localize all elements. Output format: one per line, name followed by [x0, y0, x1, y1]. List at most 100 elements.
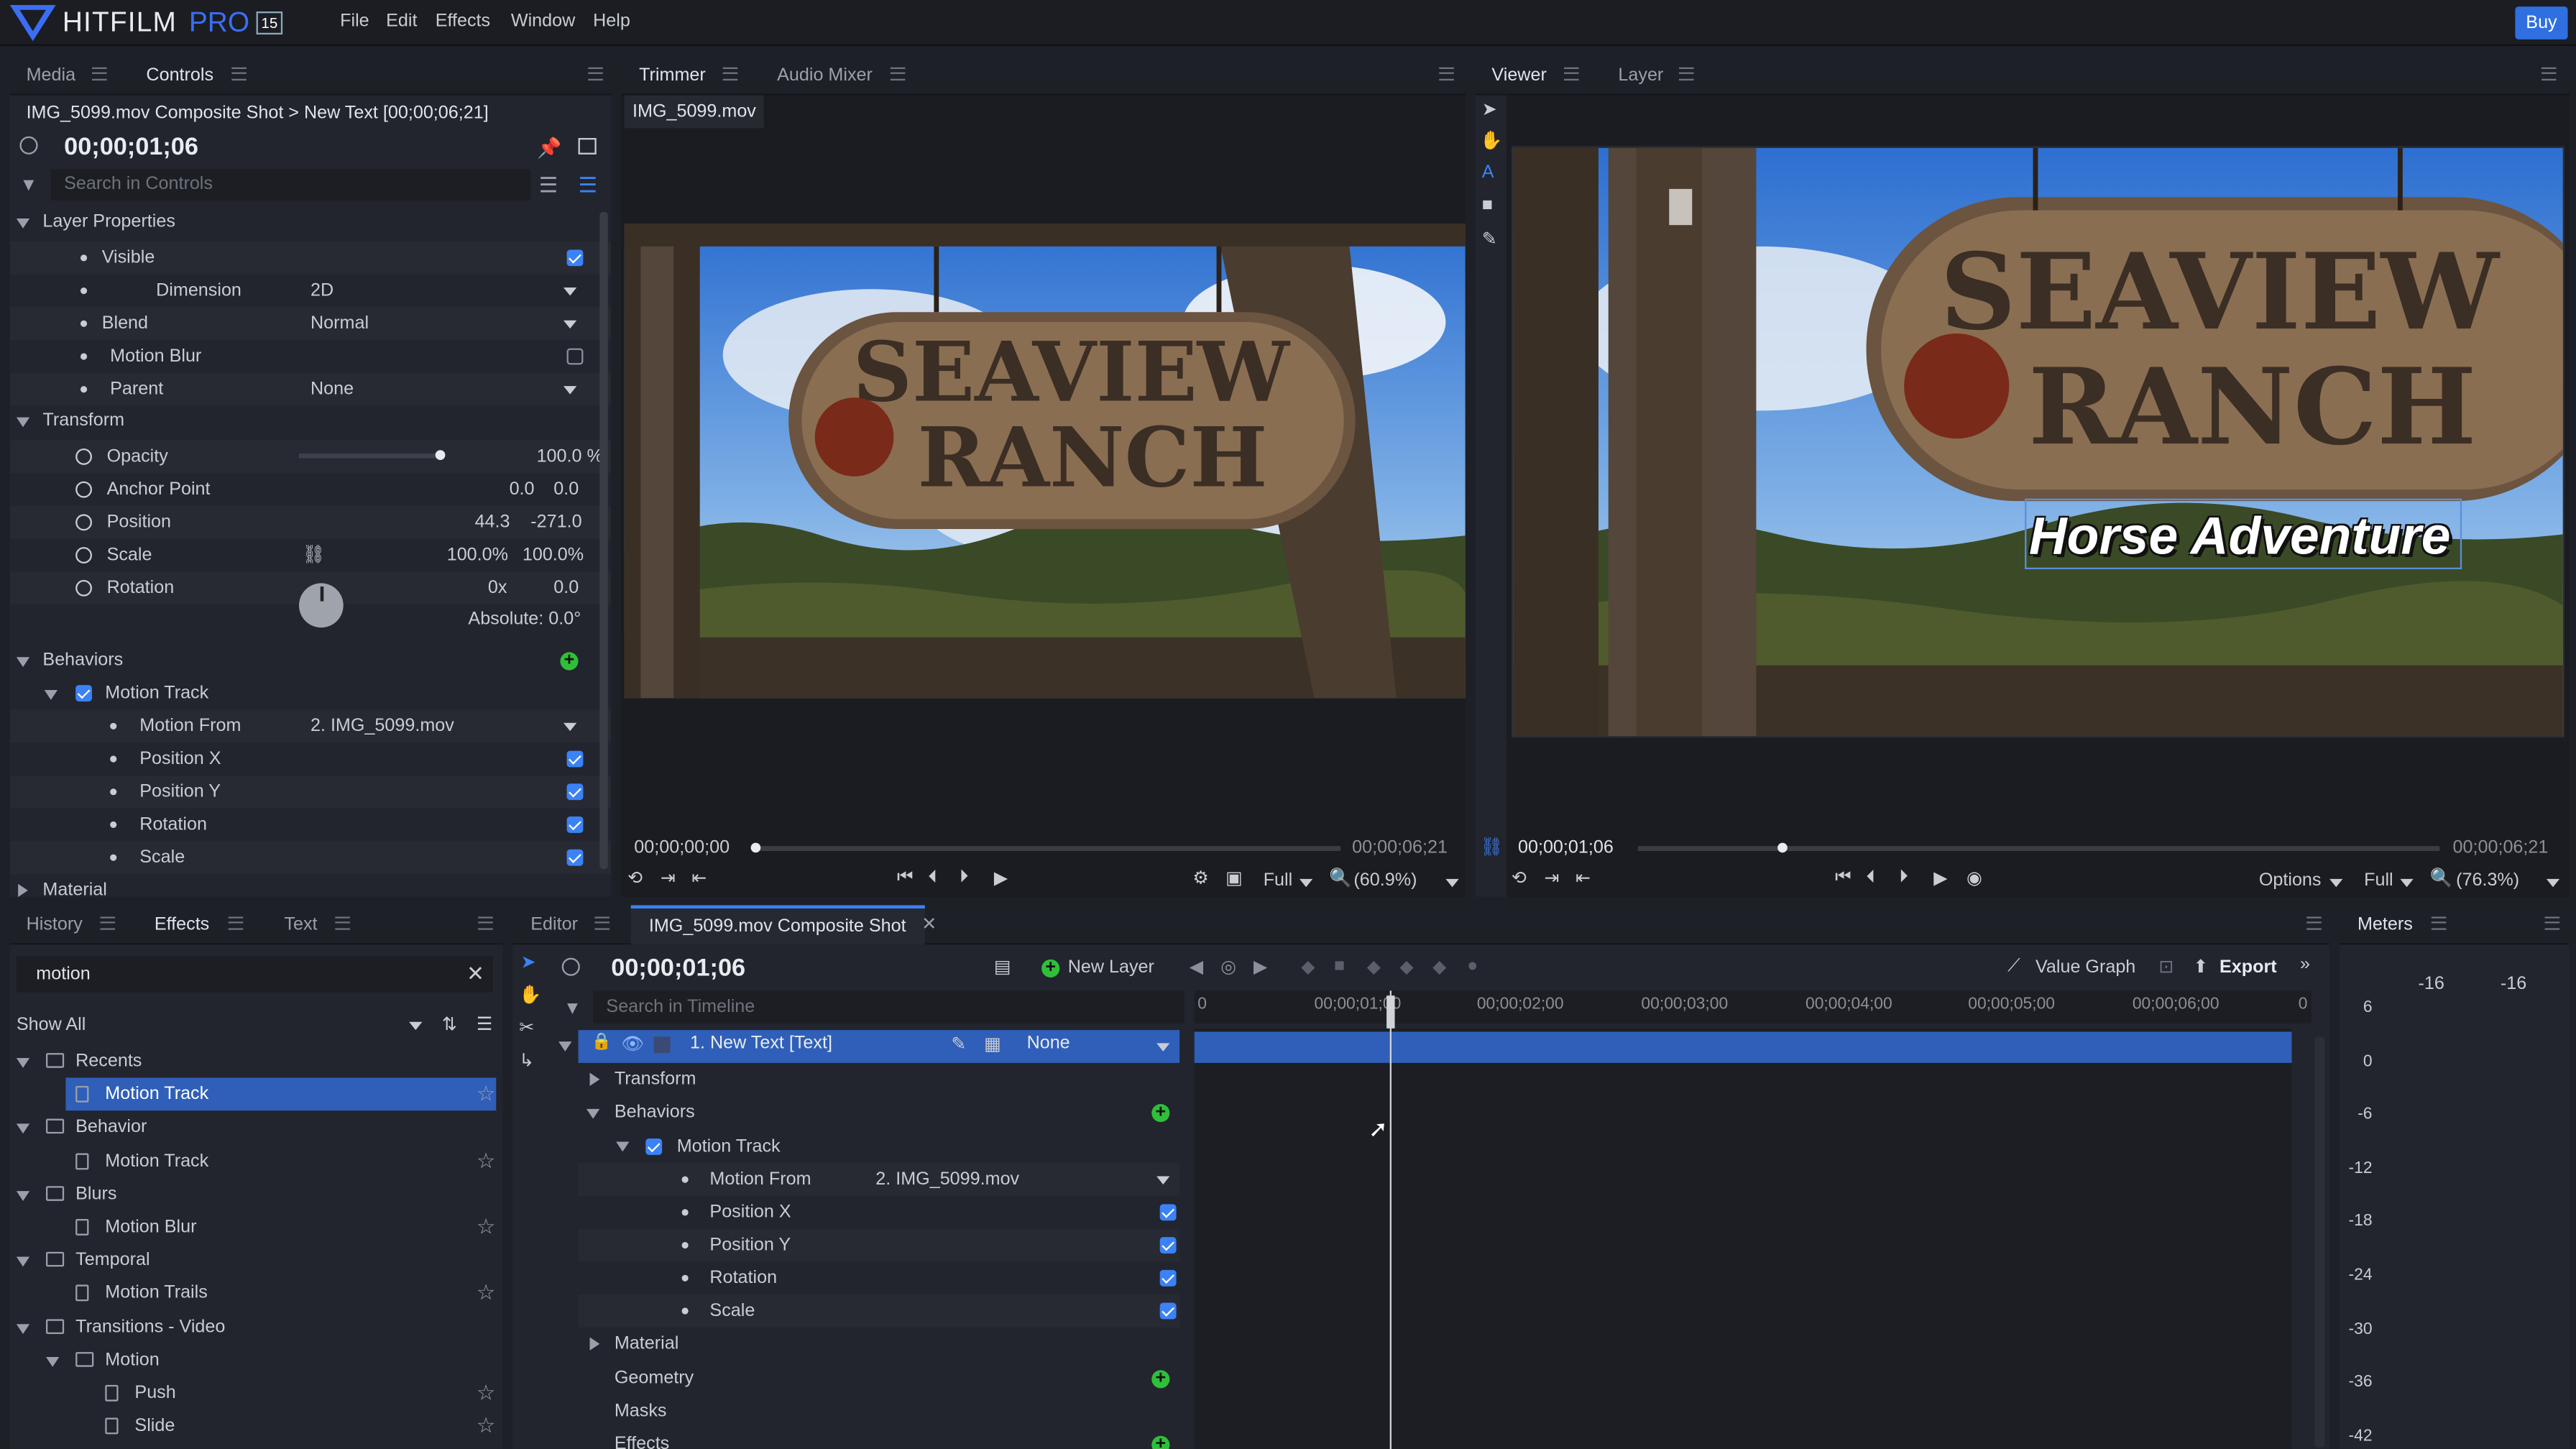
scale-x-value[interactable]: 100.0% — [447, 539, 508, 572]
zoom-fit-icon[interactable]: ⊡ — [2158, 956, 2174, 978]
lock-icon[interactable]: 🔒 — [592, 1034, 612, 1052]
parent-select[interactable]: None — [310, 373, 354, 406]
trimmer-scrubber[interactable] — [750, 842, 1341, 853]
link-icon[interactable]: ⛓ — [303, 539, 326, 572]
rotation-degrees-value[interactable]: 0.0 — [553, 571, 579, 604]
expand-icon[interactable] — [589, 1337, 600, 1351]
tab-composite-shot[interactable]: IMG_5099.mov Composite Shot — [630, 905, 924, 945]
pen-tool-icon[interactable]: ✎ — [1482, 229, 1497, 249]
tl-material[interactable]: Material — [615, 1334, 678, 1353]
show-all-select[interactable]: Show All — [17, 1016, 86, 1035]
timeline-search-input[interactable]: Search in Timeline — [593, 990, 1184, 1024]
filter-icon[interactable]: ▼ — [564, 999, 581, 1018]
clear-search-icon[interactable]: ✕ — [466, 961, 484, 988]
tab-audio-mixer[interactable]: Audio Mixer — [777, 56, 873, 96]
list-menu-icon[interactable]: ☰ — [477, 1013, 493, 1035]
collapse-icon[interactable] — [16, 1124, 30, 1135]
panel-menu-icon[interactable] — [478, 916, 493, 930]
panel-menu-icon[interactable] — [588, 67, 603, 80]
effects-item[interactable]: ☆ Motion Blur — [10, 1211, 503, 1244]
rotation-turns-value[interactable]: 0x — [488, 571, 507, 604]
tl-position-y-checkbox[interactable] — [1159, 1237, 1177, 1254]
menu-icon[interactable] — [100, 916, 115, 930]
horse-adventure-text-layer[interactable]: Horse Adventure — [2029, 506, 2451, 567]
controls-time[interactable]: 00;00;01;06 — [64, 133, 198, 161]
step-forward-icon[interactable]: ⏵ — [1899, 868, 1908, 889]
opacity-value[interactable]: 100.0 % — [537, 441, 603, 474]
motion-track-checkbox[interactable] — [75, 685, 92, 702]
buy-button[interactable]: Buy — [2515, 6, 2568, 40]
favorite-star-icon[interactable]: ☆ — [477, 1211, 496, 1244]
close-tab-icon[interactable]: ✕ — [921, 914, 937, 934]
effects-item[interactable]: ☆ Motion Trails — [10, 1277, 503, 1310]
position-y-checkbox[interactable] — [566, 783, 584, 801]
zoom-icon[interactable]: 🔍 — [1329, 868, 1351, 888]
scale-y-value[interactable]: 100.0% — [523, 539, 584, 572]
collapse-icon[interactable] — [16, 657, 30, 667]
step-back-icon[interactable]: ⏴ — [1867, 868, 1876, 889]
menu-icon[interactable] — [335, 916, 350, 930]
favorite-star-icon[interactable]: ☆ — [477, 1277, 496, 1310]
tab-trimmer[interactable]: Trimmer — [639, 56, 706, 96]
keyframe-linear-icon[interactable]: ◆ — [1301, 956, 1315, 978]
anchor-y-value[interactable]: 0.0 — [553, 473, 579, 506]
tab-layer[interactable]: Layer — [1618, 56, 1663, 96]
add-behavior-icon[interactable]: + — [1151, 1103, 1170, 1123]
collapse-icon[interactable] — [16, 1256, 30, 1267]
menu-icon[interactable] — [1563, 67, 1579, 80]
trimmer-file-tab[interactable]: IMG_5099.mov — [624, 95, 765, 129]
keyframe-hold-icon[interactable]: ■ — [1334, 956, 1345, 975]
anchor-x-value[interactable]: 0.0 — [510, 473, 535, 506]
editor-current-time[interactable]: 00;00;01;06 — [611, 954, 745, 983]
effects-item[interactable]: ☆ Motion Track — [65, 1077, 497, 1111]
tab-editor[interactable]: Editor — [530, 905, 578, 944]
viewer-video-frame[interactable]: SEAVIEW RANCH Horse Adventure — [1511, 146, 2564, 738]
trimmer-zoom-select[interactable]: (60.9%) — [1353, 870, 1417, 890]
hand-tool-icon[interactable]: ✋ — [1480, 130, 1502, 151]
collapse-icon[interactable] — [586, 1108, 600, 1119]
insert-icon[interactable]: ⇥ — [1545, 868, 1560, 888]
dimension-select[interactable]: 2D — [310, 275, 334, 308]
menu-icon[interactable] — [91, 67, 107, 80]
effects-folder[interactable]: Behavior — [10, 1111, 503, 1144]
slice-tool-icon[interactable]: ✂ — [519, 1017, 534, 1038]
edit-layer-icon[interactable]: ✎ — [951, 1034, 966, 1054]
step-back-icon[interactable]: ⏴ — [928, 868, 937, 889]
snap-tool-icon[interactable]: ↳ — [519, 1050, 534, 1071]
controls-search-input[interactable]: Search in Controls — [50, 169, 531, 201]
tl-scale-checkbox[interactable] — [1159, 1302, 1177, 1320]
collapse-icon[interactable] — [16, 417, 30, 428]
tl-transform[interactable]: Transform — [615, 1070, 696, 1089]
loop-icon[interactable]: ⟲ — [627, 868, 643, 888]
menu-file[interactable]: File — [340, 12, 369, 31]
record-icon[interactable]: ◉ — [1966, 868, 1982, 888]
effects-item[interactable]: ☆ Slide — [10, 1410, 503, 1443]
motion-from-select[interactable]: 2. IMG_5099.mov — [310, 709, 454, 742]
layer-properties-header[interactable]: Layer Properties — [42, 212, 175, 231]
play-icon[interactable]: ▶ — [1933, 868, 1947, 888]
favorite-star-icon[interactable]: ☆ — [477, 1144, 496, 1177]
play-icon[interactable]: ▶ — [994, 868, 1008, 888]
add-keyframe-icon[interactable]: ◎ — [1220, 956, 1236, 978]
viewer-zoom-select[interactable]: (76.3%) — [2456, 870, 2519, 890]
layer-clip-bar[interactable] — [1194, 1031, 2292, 1063]
keyframe-ease-out-icon[interactable]: ◆ — [1399, 956, 1413, 978]
zoom-icon[interactable]: 🔍 — [2430, 868, 2452, 888]
visibility-icon[interactable]: 👁 — [621, 1034, 644, 1054]
menu-icon[interactable] — [722, 67, 738, 80]
tl-masks[interactable]: Masks — [615, 1402, 667, 1421]
new-layer-button[interactable]: New Layer — [1068, 958, 1154, 978]
overlay-icon[interactable]: ⇤ — [691, 868, 707, 888]
add-behavior-icon[interactable]: + — [560, 651, 579, 671]
menu-icon[interactable] — [231, 67, 247, 80]
menu-help[interactable]: Help — [593, 12, 630, 31]
motion-blur-checkbox[interactable] — [566, 348, 584, 365]
layer-row-new-text[interactable]: 🔒 👁 1. New Text [Text] ✎ ▦ None — [578, 1030, 1180, 1063]
menu-effects[interactable]: Effects — [436, 12, 490, 31]
position-x-value[interactable]: 44.3 — [475, 506, 510, 539]
material-header[interactable]: Material — [42, 880, 106, 897]
menu-edit[interactable]: Edit — [386, 12, 417, 31]
visible-checkbox[interactable] — [566, 249, 584, 267]
text-tool-icon[interactable]: A — [1482, 162, 1494, 182]
hand-tool-icon[interactable]: ✋ — [519, 984, 541, 1005]
